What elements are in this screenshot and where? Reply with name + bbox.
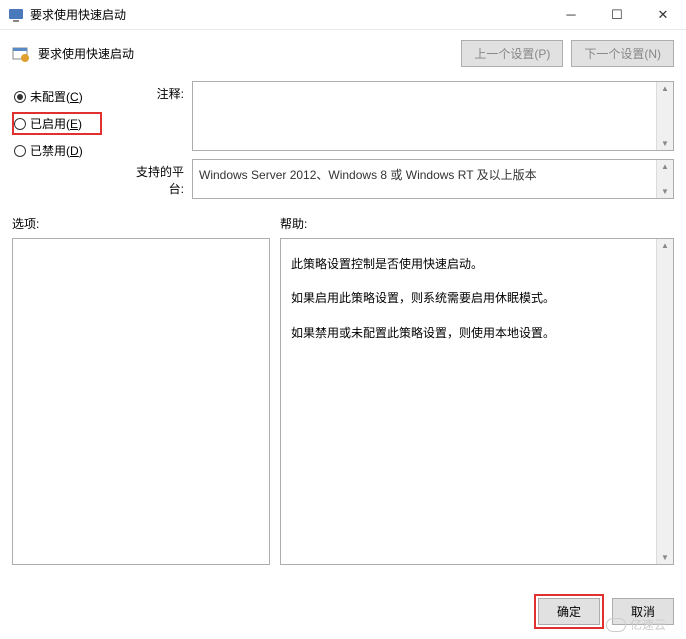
comment-label: 注释: [122, 81, 192, 151]
ok-button-highlight: 确定 [534, 594, 604, 629]
help-line: 如果启用此策略设置，则系统需要启用休眠模式。 [291, 285, 653, 311]
config-row: 未配置(C) 已启用(E) 已禁用(D) 注释: ▲▼ 支持的平台: Windo… [0, 81, 686, 207]
radio-not-configured[interactable]: 未配置(C) [12, 85, 102, 108]
scrollbar[interactable]: ▲▼ [656, 239, 673, 564]
radio-label: 已禁用(D) [30, 142, 83, 159]
policy-icon [12, 45, 30, 63]
platform-value: Windows Server 2012、Windows 8 或 Windows … [193, 160, 673, 189]
help-content: 此策略设置控制是否使用快速启动。 如果启用此策略设置，则系统需要启用休眠模式。 … [281, 239, 673, 366]
app-icon [8, 7, 24, 23]
comment-field[interactable]: ▲▼ [192, 81, 674, 151]
help-line: 此策略设置控制是否使用快速启动。 [291, 251, 653, 277]
close-button[interactable]: ✕ [640, 0, 686, 30]
window-controls: ─ ☐ ✕ [548, 0, 686, 30]
platform-field: Windows Server 2012、Windows 8 或 Windows … [192, 159, 674, 199]
radio-icon [14, 91, 26, 103]
help-label: 帮助: [280, 213, 674, 238]
radio-icon [14, 118, 26, 130]
help-line: 如果禁用或未配置此策略设置，则使用本地设置。 [291, 320, 653, 346]
radio-icon [14, 145, 26, 157]
ok-button[interactable]: 确定 [538, 598, 600, 625]
scrollbar[interactable]: ▲▼ [656, 160, 673, 198]
options-label: 选项: [12, 213, 270, 238]
policy-title: 要求使用快速启动 [38, 45, 453, 62]
cancel-button[interactable]: 取消 [612, 598, 674, 625]
next-setting-button[interactable]: 下一个设置(N) [571, 40, 674, 67]
dialog-footer: 确定 取消 [534, 594, 674, 629]
help-box: 此策略设置控制是否使用快速启动。 如果启用此策略设置，则系统需要启用休眠模式。 … [280, 238, 674, 565]
minimize-button[interactable]: ─ [548, 0, 594, 30]
titlebar: 要求使用快速启动 ─ ☐ ✕ [0, 0, 686, 30]
scrollbar[interactable]: ▲▼ [656, 82, 673, 150]
help-column: 帮助: 此策略设置控制是否使用快速启动。 如果启用此策略设置，则系统需要启用休眠… [280, 213, 674, 565]
maximize-button[interactable]: ☐ [594, 0, 640, 30]
options-column: 选项: [12, 213, 270, 565]
radio-enabled[interactable]: 已启用(E) [12, 112, 102, 135]
radio-label: 已启用(E) [30, 115, 82, 132]
platform-label: 支持的平台: [122, 159, 192, 199]
policy-header: 要求使用快速启动 上一个设置(P) 下一个设置(N) [0, 30, 686, 81]
fields-column: 注释: ▲▼ 支持的平台: Windows Server 2012、Window… [122, 81, 674, 207]
prev-setting-button[interactable]: 上一个设置(P) [461, 40, 563, 67]
radio-disabled[interactable]: 已禁用(D) [12, 139, 102, 162]
window-title: 要求使用快速启动 [30, 6, 548, 23]
radio-label: 未配置(C) [30, 88, 83, 105]
options-box[interactable] [12, 238, 270, 565]
radio-group: 未配置(C) 已启用(E) 已禁用(D) [12, 81, 102, 207]
comment-value [193, 82, 673, 94]
body-columns: 选项: 帮助: 此策略设置控制是否使用快速启动。 如果启用此策略设置，则系统需要… [0, 213, 686, 573]
